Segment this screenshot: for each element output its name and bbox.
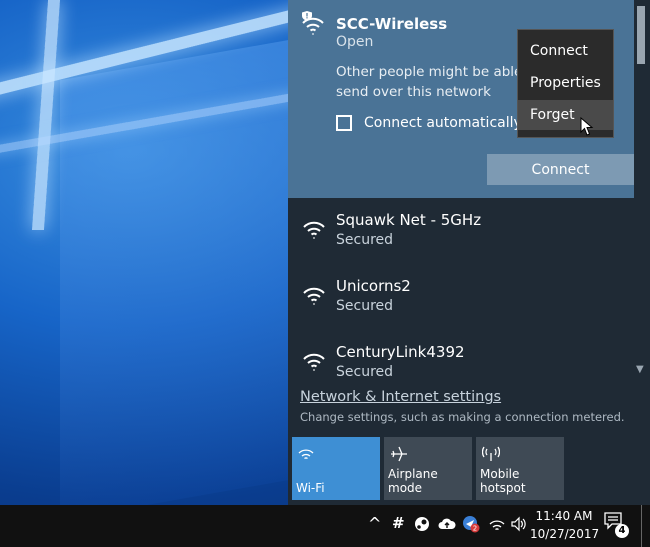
network-item-squawk[interactable]: Squawk Net - 5GHz Secured bbox=[288, 205, 634, 267]
selected-network-description: Other people might be able t send over t… bbox=[336, 64, 532, 100]
airplane-mode-tile[interactable]: Airplane mode bbox=[384, 437, 472, 500]
context-menu-forget[interactable]: Forget bbox=[518, 100, 613, 130]
network-name: CenturyLink4392 bbox=[336, 343, 465, 361]
connect-button[interactable]: Connect bbox=[487, 154, 634, 185]
network-status: Secured bbox=[336, 364, 394, 380]
app-badge-icon[interactable]: 2 bbox=[462, 515, 480, 533]
wifi-secured-icon bbox=[303, 287, 325, 305]
steam-icon[interactable] bbox=[414, 516, 430, 532]
context-menu-connect[interactable]: Connect bbox=[518, 36, 613, 66]
context-menu-properties[interactable]: Properties bbox=[518, 68, 613, 98]
network-status: Secured bbox=[336, 232, 394, 248]
show-desktop-button[interactable] bbox=[641, 505, 642, 547]
mouse-cursor-icon bbox=[580, 117, 594, 136]
network-settings-subtitle: Change settings, such as making a connec… bbox=[300, 410, 625, 424]
clock-date: 10/27/2017 bbox=[530, 527, 600, 541]
network-name: Unicorns2 bbox=[336, 277, 411, 295]
network-status: Secured bbox=[336, 298, 394, 314]
taskbar-clock[interactable]: 11:40 AM 10/27/2017 bbox=[530, 507, 600, 543]
onedrive-upload-icon[interactable] bbox=[438, 517, 456, 531]
network-settings-link[interactable]: Network & Internet settings bbox=[300, 389, 501, 405]
mobile-hotspot-tile-label: Mobile hotspot bbox=[480, 467, 526, 495]
show-hidden-icons-chevron-icon[interactable]: ^ bbox=[368, 514, 381, 533]
clock-time: 11:40 AM bbox=[535, 509, 593, 523]
selected-network-status: Open bbox=[336, 34, 374, 50]
slack-icon[interactable]: # bbox=[392, 514, 405, 532]
connect-automatically-label: Connect automatically bbox=[364, 115, 522, 131]
wifi-shield-icon bbox=[302, 11, 324, 35]
network-context-menu: Connect Properties Forget bbox=[517, 29, 614, 138]
network-item-unicorns2[interactable]: Unicorns2 Secured bbox=[288, 271, 634, 333]
scroll-thumb[interactable] bbox=[637, 6, 645, 64]
hotspot-icon bbox=[482, 446, 500, 461]
wifi-tile[interactable]: Wi-Fi bbox=[292, 437, 380, 500]
selected-network-name: SCC-Wireless bbox=[336, 15, 448, 33]
airplane-icon bbox=[391, 446, 407, 462]
wifi-tray-icon[interactable] bbox=[489, 516, 505, 532]
wifi-tile-label: Wi-Fi bbox=[296, 481, 325, 495]
airplane-mode-tile-label: Airplane mode bbox=[388, 467, 438, 495]
mobile-hotspot-tile[interactable]: Mobile hotspot bbox=[476, 437, 564, 500]
wifi-secured-icon bbox=[303, 353, 325, 371]
volume-icon[interactable] bbox=[510, 516, 526, 532]
svg-text:2: 2 bbox=[473, 525, 477, 533]
network-name: Squawk Net - 5GHz bbox=[336, 211, 482, 229]
scroll-down-arrow-icon[interactable]: ▼ bbox=[636, 364, 644, 375]
notification-count-badge: 4 bbox=[615, 524, 629, 538]
wallpaper-beam bbox=[31, 0, 61, 230]
wifi-icon bbox=[298, 449, 314, 460]
wallpaper-pane bbox=[60, 39, 290, 505]
connect-automatically-checkbox[interactable] bbox=[336, 115, 352, 131]
screen: SCC-Wireless Open Other people might be … bbox=[0, 0, 650, 547]
wifi-secured-icon bbox=[303, 221, 325, 239]
